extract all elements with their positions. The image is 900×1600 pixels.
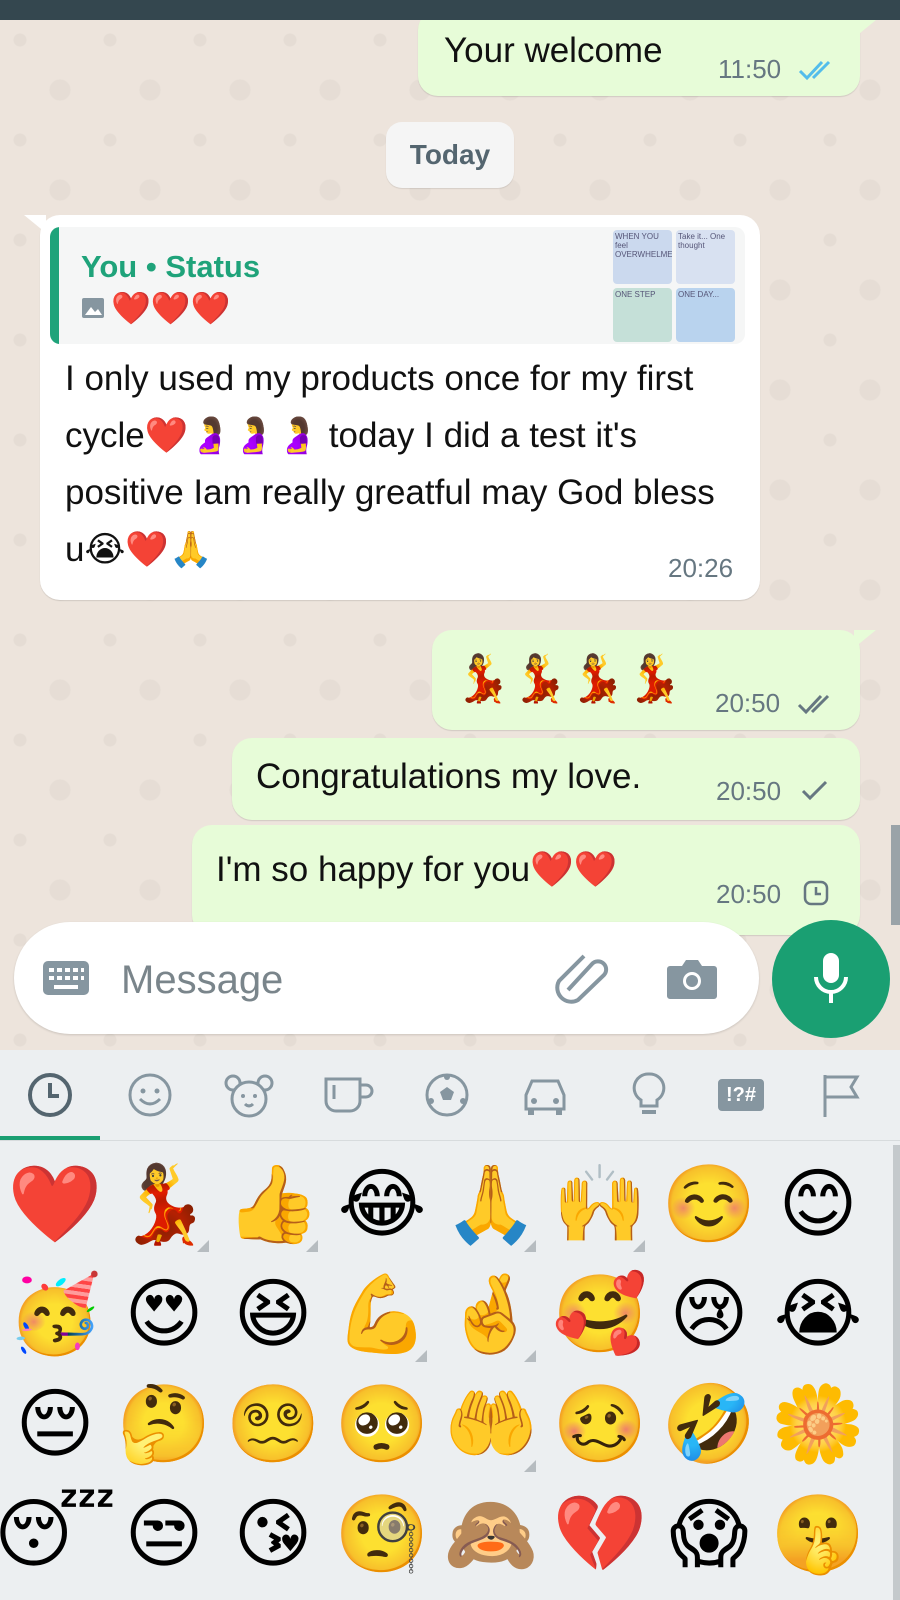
message-bubble-outgoing[interactable]: Your welcome 11:50	[418, 20, 876, 96]
emoji-key[interactable]: 😢	[654, 1260, 764, 1370]
emoji-key[interactable]: 😱	[654, 1480, 764, 1590]
quoted-status[interactable]: You • Status ❤️❤️❤️ WHEN YOU feel OVERWH…	[50, 227, 745, 344]
emoji-key[interactable]: 🤞	[436, 1260, 546, 1370]
emoji-key[interactable]: 💪	[327, 1260, 437, 1370]
emoji-key[interactable]: ❤️	[0, 1150, 110, 1260]
emoji-key[interactable]: 🧐	[327, 1480, 437, 1590]
divider	[0, 1140, 900, 1141]
animals-icon[interactable]	[220, 1066, 278, 1124]
clock-pending-icon	[803, 880, 829, 906]
emoji-key[interactable]: 😵‍💫	[218, 1370, 328, 1480]
image-icon	[82, 298, 104, 318]
message-bubble-outgoing[interactable]: I'm so happy for you❤️❤️ 20:50	[192, 825, 860, 935]
camera-icon[interactable]	[666, 956, 718, 1000]
message-text: I only used my products once for my firs…	[65, 359, 715, 569]
message-time: 20:50	[716, 879, 782, 909]
symbols-icon[interactable]: !?#	[712, 1066, 770, 1124]
smileys-icon[interactable]	[121, 1066, 179, 1124]
message-time: 20:26	[668, 553, 734, 583]
quote-author: You • Status	[81, 249, 261, 284]
emoji-key[interactable]: 🙌	[545, 1150, 655, 1260]
message-text: I'm so happy for you❤️❤️	[216, 850, 618, 889]
bubble-tail	[854, 20, 876, 38]
activity-icon[interactable]	[418, 1066, 476, 1124]
double-check-read-icon	[798, 60, 831, 81]
emoji-key[interactable]: 😊	[763, 1150, 873, 1260]
quote-text: ❤️❤️❤️	[111, 290, 231, 326]
emoji-key[interactable]: 🥴	[545, 1370, 655, 1480]
message-time: 20:50	[716, 776, 782, 806]
message-time: 20:50	[715, 688, 781, 718]
emoji-key[interactable]: 😂	[327, 1150, 437, 1260]
emoji-key[interactable]: 😍	[109, 1260, 219, 1370]
recent-icon[interactable]	[21, 1066, 79, 1124]
emoji-key[interactable]: 🥳	[0, 1260, 110, 1370]
attach-icon[interactable]	[554, 954, 610, 1006]
food-icon[interactable]	[320, 1066, 378, 1124]
emoji-key[interactable]: 🥺	[327, 1370, 437, 1480]
quote-content: ❤️❤️❤️	[81, 289, 231, 327]
emoji-key[interactable]: 🤣	[654, 1370, 764, 1480]
emoji-key[interactable]: 🙏	[436, 1150, 546, 1260]
message-bubble-outgoing[interactable]: Congratulations my love. 20:50	[232, 738, 860, 820]
message-composer[interactable]: Message	[14, 922, 759, 1034]
emoji-scrollbar[interactable]	[893, 1145, 900, 1600]
symbols-label: !?#	[718, 1079, 764, 1111]
message-input[interactable]: Message	[121, 958, 283, 1003]
emoji-category-bar: !?#	[0, 1050, 900, 1141]
objects-icon[interactable]	[620, 1066, 678, 1124]
emoji-key[interactable]: 🤲	[436, 1370, 546, 1480]
emoji-key[interactable]: ☺️	[654, 1150, 764, 1260]
microphone-icon	[814, 953, 848, 1003]
message-text: Congratulations my love.	[256, 757, 642, 796]
emoji-key[interactable]: 🥰	[545, 1260, 655, 1370]
emoji-key[interactable]: 😭	[763, 1260, 873, 1370]
thumb-text: Take it... One thought	[676, 230, 735, 284]
emoji-key[interactable]: 🤔	[109, 1370, 219, 1480]
quote-bar	[50, 227, 59, 344]
emoji-key[interactable]: 😆	[218, 1260, 328, 1370]
message-text: Your welcome	[444, 31, 663, 70]
flags-icon[interactable]	[812, 1066, 870, 1124]
chat-area[interactable]: Your welcome 11:50 Today You • Status ❤️…	[0, 20, 900, 1050]
bubble-tail	[854, 630, 876, 648]
emoji-key[interactable]: 😔	[0, 1370, 110, 1480]
mic-button[interactable]	[772, 920, 890, 1038]
message-time: 11:50	[718, 54, 782, 84]
check-sent-icon	[801, 780, 828, 801]
chat-scrollbar[interactable]	[891, 825, 900, 925]
status-bar	[0, 0, 900, 20]
travel-icon[interactable]	[516, 1066, 574, 1124]
thumb-text: ONE STEP	[613, 288, 672, 342]
emoji-key[interactable]: 😒	[109, 1480, 219, 1590]
message-text: 💃💃💃💃	[454, 652, 684, 704]
keyboard-icon[interactable]	[42, 960, 90, 996]
date-divider: Today	[386, 122, 514, 188]
message-bubble-outgoing[interactable]: 💃💃💃💃 20:50	[432, 630, 876, 730]
emoji-key[interactable]: 💃	[109, 1150, 219, 1260]
emoji-key[interactable]: 👍	[218, 1150, 328, 1260]
emoji-key[interactable]: 😘	[218, 1480, 328, 1590]
thumb-text: ONE DAY...	[676, 288, 735, 342]
status-thumbnail: WHEN YOU feel OVERWHELMED Take it... One…	[613, 230, 735, 342]
thumb-text: WHEN YOU feel OVERWHELMED	[613, 230, 672, 284]
bubble-tail	[24, 215, 46, 233]
emoji-panel: !?# ❤️ 💃 👍 😂 🙏 🙌 ☺️ 😊 🥳 😍 😆 💪 🤞 🥰 😢 😭 😔 …	[0, 1050, 900, 1600]
emoji-key[interactable]: 🙈	[436, 1480, 546, 1590]
emoji-key[interactable]: 😴	[0, 1480, 116, 1590]
double-check-delivered-icon	[797, 694, 830, 715]
emoji-key[interactable]: 🌼	[763, 1370, 873, 1480]
emoji-key[interactable]: 💔	[545, 1480, 655, 1590]
emoji-key[interactable]: 🤫	[763, 1480, 873, 1590]
